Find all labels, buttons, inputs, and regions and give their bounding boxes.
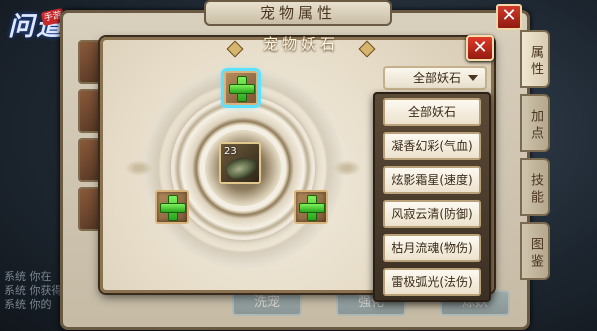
dropdown-selected-label: 全部妖石 (413, 71, 462, 85)
stone-filter-menu: 全部妖石 凝香幻彩(气血) 炫影霜星(速度) 风寂云清(防御) 枯月流魂(物伤)… (373, 92, 491, 302)
plus-icon (299, 195, 325, 221)
chevron-down-icon (468, 75, 478, 81)
dialog-title: 宠物妖石 (262, 35, 339, 53)
option-all-stones[interactable]: 全部妖石 (383, 98, 481, 126)
option-magic-stone[interactable]: 雷极弧光(法伤) (383, 268, 481, 296)
pet-portrait (224, 153, 259, 182)
ring-wing-right (333, 160, 361, 176)
stone-slot-right[interactable] (294, 190, 328, 224)
game-logo: 问道 手游 (2, 2, 68, 50)
pet-attributes-title: 宠物属性 (204, 0, 392, 26)
option-hp-stone[interactable]: 凝香幻彩(气血) (383, 132, 481, 160)
side-tabs: 属性 加点 技能 图鉴 (520, 30, 550, 286)
option-speed-stone[interactable]: 炫影霜星(速度) (383, 166, 481, 194)
reroll-pet-button[interactable]: 洗宠 (232, 290, 302, 316)
stone-slot-left[interactable] (155, 190, 189, 224)
tab-add-points[interactable]: 加点 (520, 94, 550, 152)
pet-stone-dialog: 宠物妖石 ✕ 23 全部妖石 全部妖石 凝香幻彩(气血) 炫影霜星(速度) 风寂… (100, 35, 494, 302)
tab-codex[interactable]: 图鉴 (520, 222, 550, 280)
pet-level: 23 (224, 146, 237, 157)
tab-attributes[interactable]: 属性 (520, 30, 550, 88)
pet-avatar[interactable]: 23 (219, 142, 261, 184)
option-defense-stone[interactable]: 风寂云清(防御) (383, 200, 481, 228)
option-physical-stone[interactable]: 枯月流魂(物伤) (383, 234, 481, 262)
ring-wing-left (125, 160, 153, 176)
dialog-close-button[interactable]: ✕ (466, 35, 494, 61)
stone-slot-top[interactable] (224, 71, 258, 105)
plus-icon (229, 76, 255, 102)
outer-close-button[interactable]: ✕ (496, 4, 522, 30)
title-diamond-icon (358, 40, 376, 58)
plus-icon (160, 195, 186, 221)
stone-filter-dropdown[interactable]: 全部妖石 (383, 66, 487, 90)
tab-skills[interactable]: 技能 (520, 158, 550, 216)
